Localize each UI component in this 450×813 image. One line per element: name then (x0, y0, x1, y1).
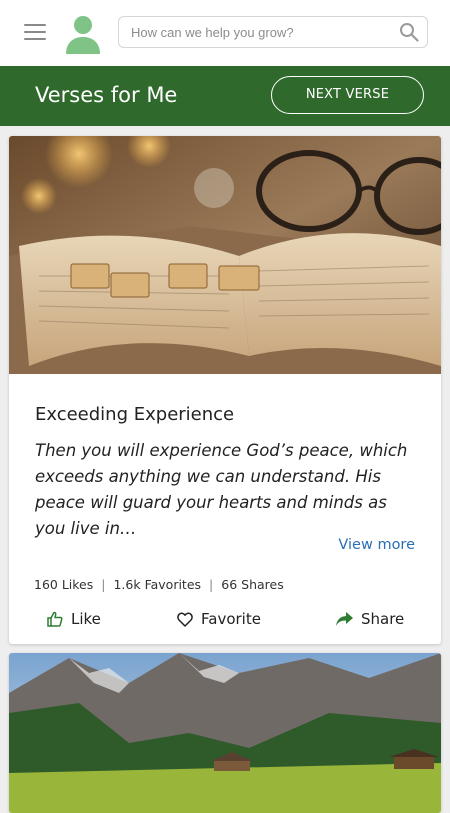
stats-separator: | (209, 577, 214, 592)
thumbs-up-icon (47, 611, 63, 627)
favorite-label: Favorite (201, 610, 261, 628)
next-verse-button[interactable]: NEXT VERSE (271, 76, 424, 114)
verses-banner: Verses for Me NEXT VERSE (0, 66, 450, 126)
page-title: Verses for Me (35, 83, 178, 107)
verse-card: Exceeding Experience Then you will exper… (9, 136, 441, 644)
search-box[interactable] (118, 16, 428, 48)
view-more-link[interactable]: View more (338, 537, 415, 553)
shares-count: 66 Shares (221, 577, 284, 592)
landscape-image (9, 653, 441, 813)
favorite-button[interactable]: Favorite (177, 606, 261, 632)
share-button[interactable]: Share (336, 606, 404, 632)
verse-text: Then you will experience God’s peace, wh… (35, 441, 408, 538)
verse-title: Exceeding Experience (35, 404, 235, 425)
share-label: Share (361, 610, 405, 628)
stats-separator: | (101, 577, 106, 592)
like-label: Like (71, 610, 101, 628)
hamburger-menu-icon[interactable] (24, 24, 46, 40)
verse-card-image (9, 136, 441, 374)
favorites-count: 1.6k Favorites (113, 577, 202, 592)
search-icon[interactable] (399, 22, 419, 42)
search-input[interactable] (131, 17, 389, 47)
heart-icon (177, 612, 193, 627)
next-verse-card (9, 653, 441, 813)
share-arrow-icon (336, 612, 353, 626)
verse-stats: 160 Likes | 1.6k Favorites | 66 Shares (34, 577, 284, 592)
like-button[interactable]: Like (47, 606, 101, 632)
top-app-bar (0, 0, 450, 66)
likes-count: 160 Likes (34, 577, 94, 592)
verse-actions: Like Favorite Share (9, 606, 441, 636)
user-avatar-icon[interactable] (64, 14, 102, 54)
